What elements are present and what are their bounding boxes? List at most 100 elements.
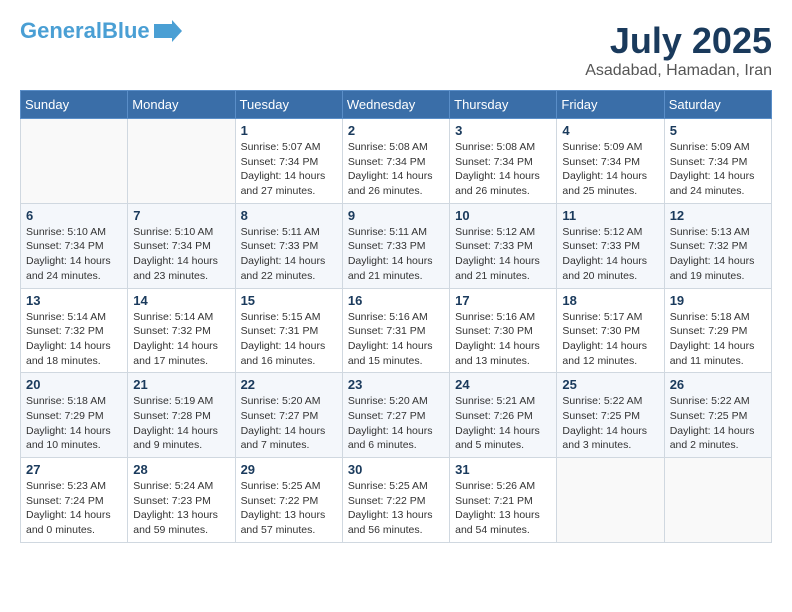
sunrise: Sunrise: 5:12 AM (455, 226, 535, 238)
day-info: Sunrise: 5:20 AM Sunset: 7:27 PM Dayligh… (241, 394, 337, 453)
sunrise: Sunrise: 5:19 AM (133, 395, 213, 407)
daylight: Daylight: 14 hours and 12 minutes. (562, 340, 647, 367)
week-row-2: 6 Sunrise: 5:10 AM Sunset: 7:34 PM Dayli… (21, 203, 772, 288)
calendar-cell: 29 Sunrise: 5:25 AM Sunset: 7:22 PM Dayl… (235, 458, 342, 543)
day-info: Sunrise: 5:19 AM Sunset: 7:28 PM Dayligh… (133, 394, 229, 453)
sunset: Sunset: 7:32 PM (26, 325, 104, 337)
day-number: 12 (670, 208, 766, 223)
sunset: Sunset: 7:28 PM (133, 410, 211, 422)
sunrise: Sunrise: 5:24 AM (133, 480, 213, 492)
sunrise: Sunrise: 5:09 AM (670, 141, 750, 153)
day-info: Sunrise: 5:21 AM Sunset: 7:26 PM Dayligh… (455, 394, 551, 453)
calendar-cell: 4 Sunrise: 5:09 AM Sunset: 7:34 PM Dayli… (557, 119, 664, 204)
sunset: Sunset: 7:27 PM (241, 410, 319, 422)
daylight: Daylight: 14 hours and 13 minutes. (455, 340, 540, 367)
daylight: Daylight: 14 hours and 21 minutes. (348, 255, 433, 282)
day-number: 8 (241, 208, 337, 223)
sunset: Sunset: 7:32 PM (670, 240, 748, 252)
calendar-cell: 27 Sunrise: 5:23 AM Sunset: 7:24 PM Dayl… (21, 458, 128, 543)
week-row-3: 13 Sunrise: 5:14 AM Sunset: 7:32 PM Dayl… (21, 288, 772, 373)
weekday-sunday: Sunday (21, 91, 128, 119)
sunrise: Sunrise: 5:08 AM (348, 141, 428, 153)
daylight: Daylight: 14 hours and 25 minutes. (562, 170, 647, 197)
week-row-5: 27 Sunrise: 5:23 AM Sunset: 7:24 PM Dayl… (21, 458, 772, 543)
day-info: Sunrise: 5:08 AM Sunset: 7:34 PM Dayligh… (348, 140, 444, 199)
sunrise: Sunrise: 5:07 AM (241, 141, 321, 153)
calendar-cell: 24 Sunrise: 5:21 AM Sunset: 7:26 PM Dayl… (450, 373, 557, 458)
calendar-cell: 6 Sunrise: 5:10 AM Sunset: 7:34 PM Dayli… (21, 203, 128, 288)
sunrise: Sunrise: 5:22 AM (562, 395, 642, 407)
logo-arrow-icon (154, 20, 182, 42)
sunset: Sunset: 7:33 PM (562, 240, 640, 252)
daylight: Daylight: 14 hours and 20 minutes. (562, 255, 647, 282)
calendar-cell: 21 Sunrise: 5:19 AM Sunset: 7:28 PM Dayl… (128, 373, 235, 458)
sunrise: Sunrise: 5:11 AM (241, 226, 320, 238)
sunrise: Sunrise: 5:16 AM (455, 311, 535, 323)
calendar-cell (557, 458, 664, 543)
day-number: 20 (26, 377, 122, 392)
day-info: Sunrise: 5:14 AM Sunset: 7:32 PM Dayligh… (133, 310, 229, 369)
sunset: Sunset: 7:29 PM (26, 410, 104, 422)
sunset: Sunset: 7:33 PM (348, 240, 426, 252)
calendar-cell: 8 Sunrise: 5:11 AM Sunset: 7:33 PM Dayli… (235, 203, 342, 288)
day-number: 27 (26, 462, 122, 477)
week-row-4: 20 Sunrise: 5:18 AM Sunset: 7:29 PM Dayl… (21, 373, 772, 458)
day-number: 7 (133, 208, 229, 223)
day-number: 18 (562, 293, 658, 308)
sunrise: Sunrise: 5:08 AM (455, 141, 535, 153)
logo: GeneralBlue (20, 20, 182, 42)
daylight: Daylight: 13 hours and 57 minutes. (241, 509, 326, 536)
day-info: Sunrise: 5:23 AM Sunset: 7:24 PM Dayligh… (26, 479, 122, 538)
month-title: July 2025 (585, 20, 772, 62)
calendar-cell: 10 Sunrise: 5:12 AM Sunset: 7:33 PM Dayl… (450, 203, 557, 288)
calendar-cell: 5 Sunrise: 5:09 AM Sunset: 7:34 PM Dayli… (664, 119, 771, 204)
daylight: Daylight: 14 hours and 2 minutes. (670, 425, 755, 452)
day-info: Sunrise: 5:20 AM Sunset: 7:27 PM Dayligh… (348, 394, 444, 453)
day-info: Sunrise: 5:12 AM Sunset: 7:33 PM Dayligh… (562, 225, 658, 284)
day-info: Sunrise: 5:14 AM Sunset: 7:32 PM Dayligh… (26, 310, 122, 369)
weekday-friday: Friday (557, 91, 664, 119)
daylight: Daylight: 14 hours and 10 minutes. (26, 425, 111, 452)
sunset: Sunset: 7:33 PM (455, 240, 533, 252)
sunset: Sunset: 7:34 PM (241, 156, 319, 168)
daylight: Daylight: 14 hours and 15 minutes. (348, 340, 433, 367)
calendar-cell: 18 Sunrise: 5:17 AM Sunset: 7:30 PM Dayl… (557, 288, 664, 373)
sunset: Sunset: 7:23 PM (133, 495, 211, 507)
sunrise: Sunrise: 5:10 AM (133, 226, 213, 238)
calendar-cell: 3 Sunrise: 5:08 AM Sunset: 7:34 PM Dayli… (450, 119, 557, 204)
day-number: 29 (241, 462, 337, 477)
sunrise: Sunrise: 5:23 AM (26, 480, 106, 492)
calendar-cell: 9 Sunrise: 5:11 AM Sunset: 7:33 PM Dayli… (342, 203, 449, 288)
day-number: 11 (562, 208, 658, 223)
sunrise: Sunrise: 5:14 AM (133, 311, 213, 323)
weekday-wednesday: Wednesday (342, 91, 449, 119)
day-number: 17 (455, 293, 551, 308)
sunset: Sunset: 7:25 PM (562, 410, 640, 422)
weekday-tuesday: Tuesday (235, 91, 342, 119)
day-info: Sunrise: 5:09 AM Sunset: 7:34 PM Dayligh… (562, 140, 658, 199)
daylight: Daylight: 14 hours and 17 minutes. (133, 340, 218, 367)
day-number: 14 (133, 293, 229, 308)
calendar-cell: 22 Sunrise: 5:20 AM Sunset: 7:27 PM Dayl… (235, 373, 342, 458)
page-header: GeneralBlue July 2025 Asadabad, Hamadan,… (20, 20, 772, 80)
daylight: Daylight: 14 hours and 21 minutes. (455, 255, 540, 282)
calendar-cell: 19 Sunrise: 5:18 AM Sunset: 7:29 PM Dayl… (664, 288, 771, 373)
day-number: 4 (562, 123, 658, 138)
calendar-cell: 26 Sunrise: 5:22 AM Sunset: 7:25 PM Dayl… (664, 373, 771, 458)
calendar-cell: 1 Sunrise: 5:07 AM Sunset: 7:34 PM Dayli… (235, 119, 342, 204)
day-info: Sunrise: 5:26 AM Sunset: 7:21 PM Dayligh… (455, 479, 551, 538)
sunrise: Sunrise: 5:25 AM (241, 480, 321, 492)
sunrise: Sunrise: 5:14 AM (26, 311, 106, 323)
day-number: 1 (241, 123, 337, 138)
daylight: Daylight: 14 hours and 27 minutes. (241, 170, 326, 197)
day-number: 13 (26, 293, 122, 308)
sunset: Sunset: 7:27 PM (348, 410, 426, 422)
sunrise: Sunrise: 5:10 AM (26, 226, 106, 238)
daylight: Daylight: 14 hours and 5 minutes. (455, 425, 540, 452)
day-info: Sunrise: 5:15 AM Sunset: 7:31 PM Dayligh… (241, 310, 337, 369)
sunset: Sunset: 7:30 PM (562, 325, 640, 337)
sunset: Sunset: 7:34 PM (133, 240, 211, 252)
day-info: Sunrise: 5:22 AM Sunset: 7:25 PM Dayligh… (670, 394, 766, 453)
calendar-cell: 2 Sunrise: 5:08 AM Sunset: 7:34 PM Dayli… (342, 119, 449, 204)
daylight: Daylight: 13 hours and 56 minutes. (348, 509, 433, 536)
